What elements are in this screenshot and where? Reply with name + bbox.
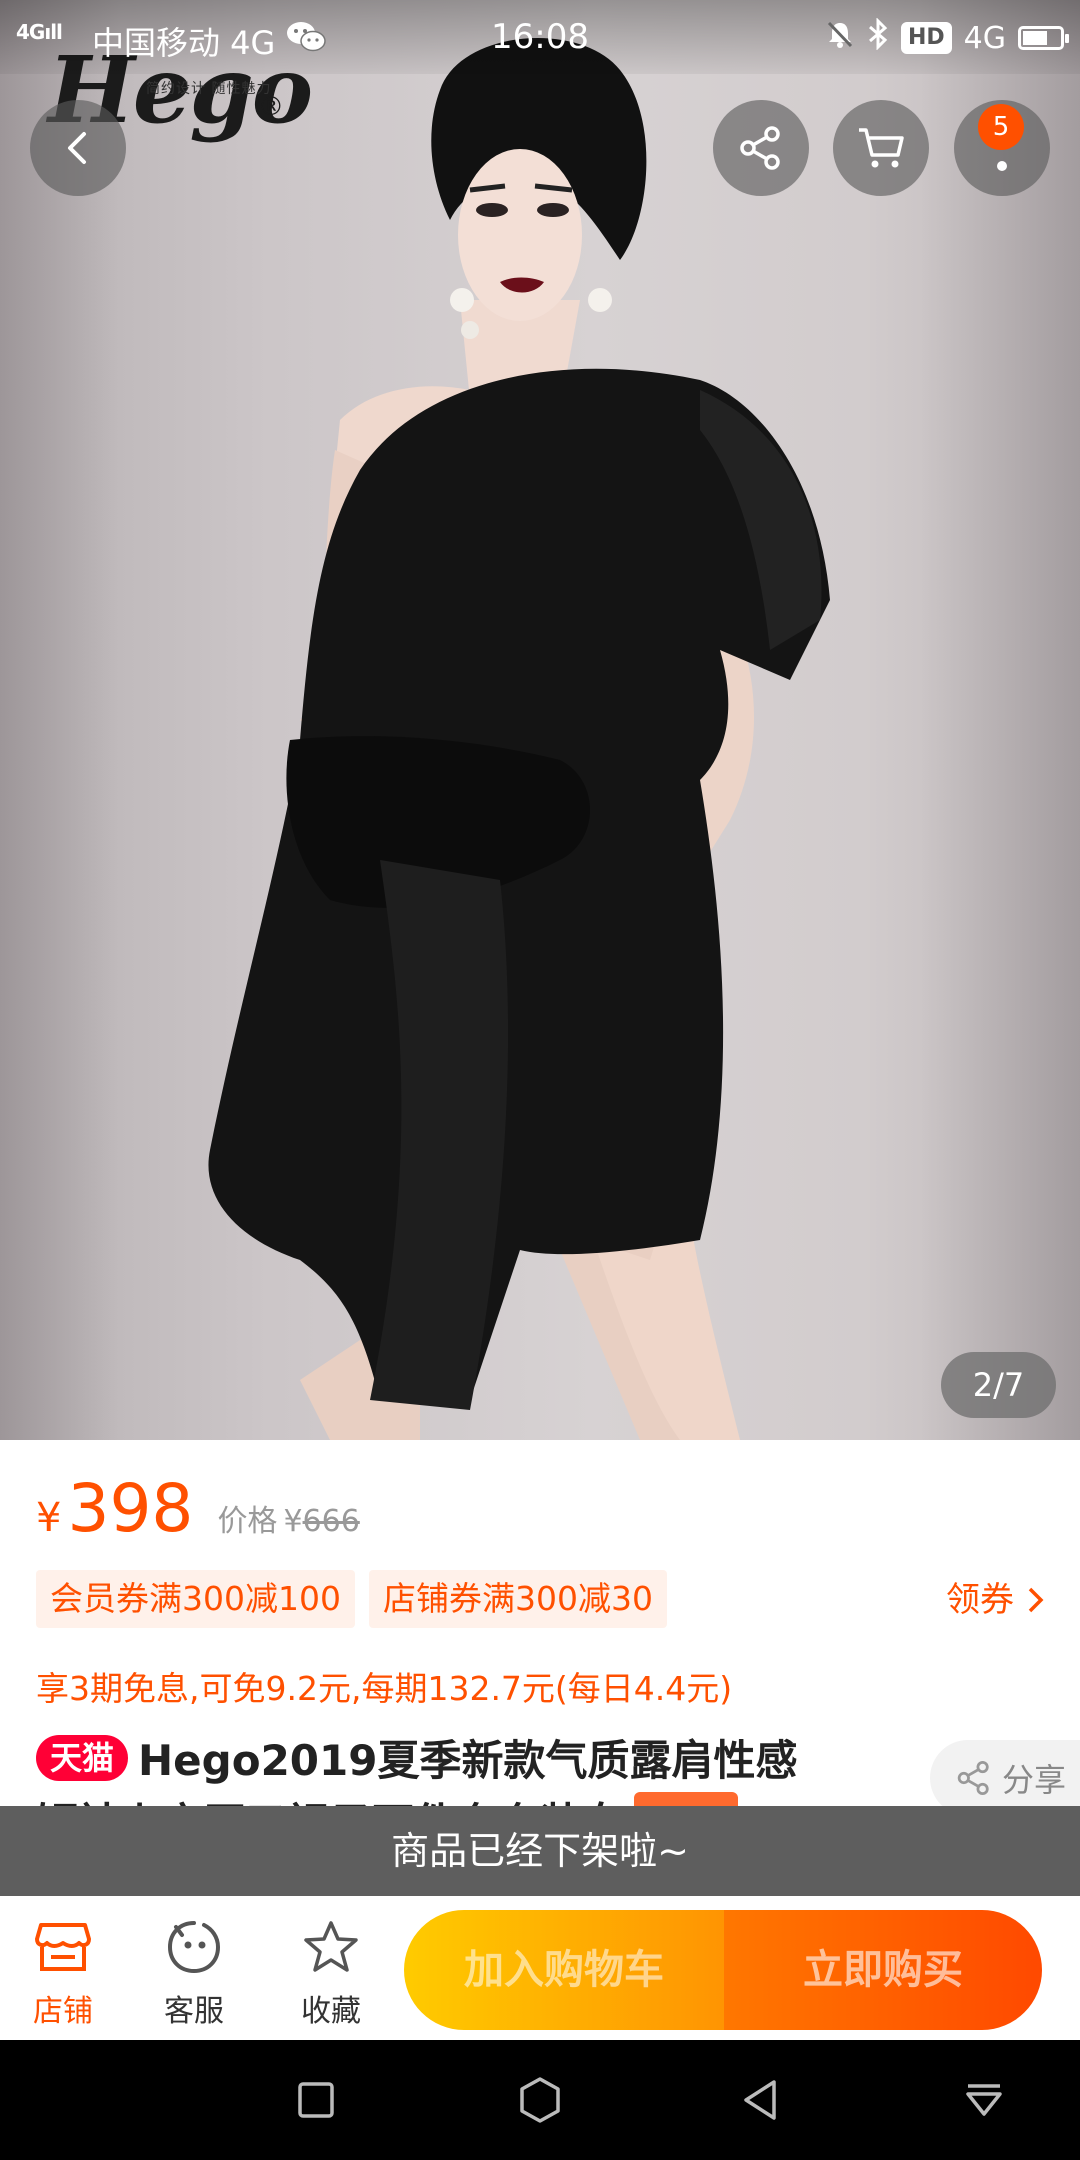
customer-service-button[interactable]: 客服	[139, 1914, 249, 2030]
price-currency: ¥	[36, 1495, 62, 1541]
offline-toast: 商品已经下架啦~	[0, 1806, 1080, 1896]
cart-icon	[859, 128, 904, 168]
model-photo	[208, 37, 830, 1440]
status-icons: HD 4G	[825, 17, 1069, 58]
pull-down-icon	[966, 2084, 1002, 2116]
network-label: 4G	[963, 20, 1006, 56]
store-icon	[8, 1914, 118, 1980]
hexagon-icon	[520, 2077, 560, 2123]
recent-apps-button[interactable]	[286, 2070, 346, 2130]
coupon-list: 会员券满300减100 店铺券满300减30	[36, 1570, 667, 1628]
system-back-button[interactable]	[730, 2070, 790, 2130]
home-button[interactable]	[510, 2070, 570, 2130]
product-image[interactable]: Hego 简约设计 随性魅力 ®	[0, 0, 1080, 1440]
buy-now-button[interactable]: 立即购买	[724, 1910, 1042, 2030]
registered-mark: ®	[258, 92, 284, 122]
get-coupon-label: 领券	[946, 1580, 1014, 1620]
installment-info: 享3期免息,可免9.2元,每期132.7元(每日4.4元)	[36, 1669, 733, 1708]
price-row: ¥ 398 价格 ¥ 666	[36, 1470, 360, 1547]
mute-bell-icon	[825, 19, 855, 57]
share-label: 分享	[1002, 1761, 1067, 1799]
notification-pull-button[interactable]	[954, 2070, 1014, 2130]
share-button[interactable]	[713, 100, 809, 196]
original-price-label: 价格	[217, 1504, 278, 1539]
original-price: 666	[302, 1504, 360, 1539]
share-pill-button[interactable]: 分享	[930, 1740, 1080, 1810]
chevron-right-icon	[1028, 1587, 1044, 1613]
product-info: ¥ 398 价格 ¥ 666 会员券满300减100 店铺券满300减30 领券…	[0, 1440, 1080, 1810]
back-button[interactable]	[30, 100, 126, 196]
square-icon	[298, 2082, 334, 2118]
dress	[208, 368, 830, 1400]
product-title: 天猫 Hego2019夏季新款气质露肩性感	[36, 1730, 896, 1792]
message-count-badge: 5	[978, 104, 1024, 150]
get-coupon-button[interactable]: 领券	[946, 1574, 1046, 1626]
bluetooth-icon	[867, 17, 889, 58]
share-outline-icon	[957, 1760, 989, 1796]
purchase-buttons: 加入购物车 立即购买	[404, 1910, 1042, 2030]
favorite-label: 收藏	[301, 1994, 361, 2029]
system-nav-bar	[0, 2040, 1080, 2160]
triangle-back-icon	[744, 2080, 776, 2120]
hd-badge: HD	[900, 22, 952, 54]
store-label: 店铺	[33, 1994, 93, 2029]
service-face-icon	[139, 1914, 249, 1980]
store-button[interactable]: 店铺	[8, 1914, 118, 2030]
image-counter: 2/7	[941, 1352, 1056, 1418]
share-icon	[740, 126, 780, 170]
model-face	[458, 149, 582, 321]
coupon-member[interactable]: 会员券满300减100	[36, 1570, 355, 1628]
service-label: 客服	[164, 1994, 224, 2029]
back-arrow-icon	[68, 132, 86, 164]
original-price-currency: ¥	[283, 1504, 303, 1539]
status-bar: 4Gıll 中国移动 4G 16:08 HD 4G	[0, 0, 1080, 74]
favorite-button[interactable]: 收藏	[276, 1914, 386, 2030]
more-dot-icon	[997, 161, 1007, 171]
brand-tagline: 简约设计 随性魅力	[146, 81, 272, 97]
cart-button[interactable]	[833, 100, 929, 196]
battery-icon	[1018, 26, 1069, 50]
coupon-store[interactable]: 店铺券满300减30	[368, 1570, 667, 1628]
current-price: 398	[67, 1470, 194, 1547]
product-title-line1: Hego2019夏季新款气质露肩性感	[138, 1736, 798, 1785]
star-icon	[276, 1914, 386, 1980]
tmall-badge: 天猫	[36, 1735, 129, 1781]
bottom-action-bar: 店铺 客服 收藏 加入购物车 立即购买	[0, 1896, 1080, 2040]
add-to-cart-button[interactable]: 加入购物车	[404, 1910, 724, 2030]
